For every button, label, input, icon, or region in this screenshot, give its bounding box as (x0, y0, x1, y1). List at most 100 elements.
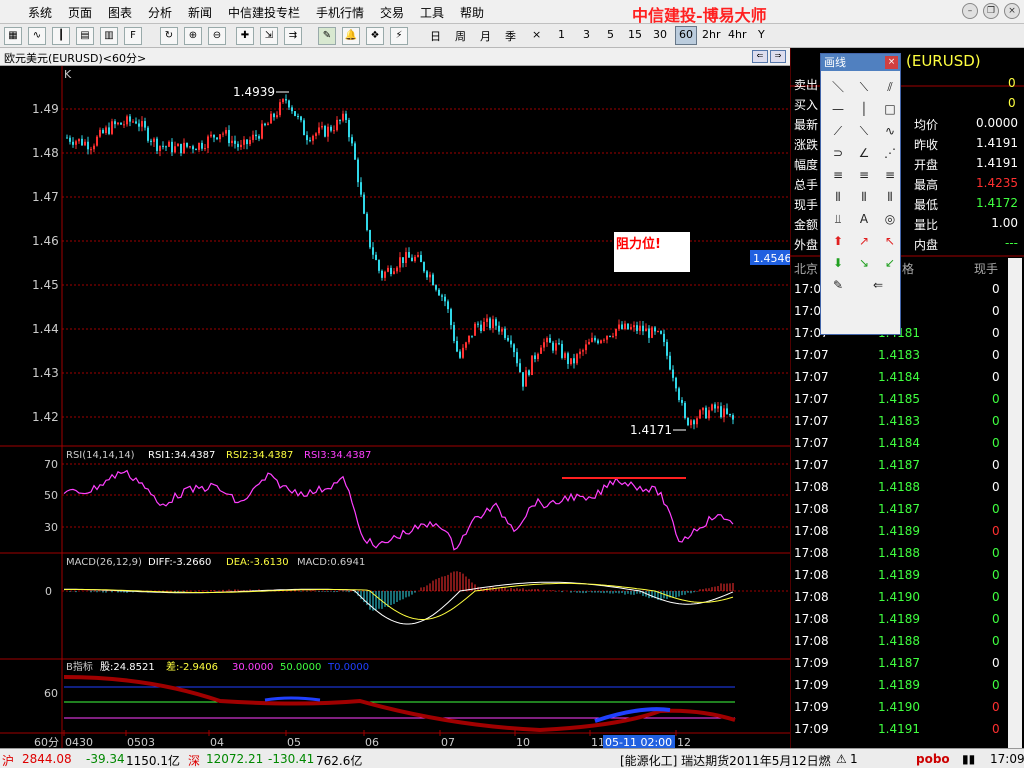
menu-mobile[interactable]: 手机行情 (316, 4, 364, 21)
switch-icon[interactable]: ⇉ (284, 27, 302, 45)
draw-tool-icon[interactable]: ≡ (827, 164, 849, 186)
draw-tool-icon[interactable]: ⫽ (879, 76, 901, 98)
candle-body (690, 420, 692, 426)
x-tick-label: 04 (210, 736, 224, 748)
draw-tool-icon[interactable]: — (827, 98, 849, 120)
draw-tool-icon[interactable]: ⬇ (827, 252, 849, 274)
draw-tool-icon[interactable]: ⋰ (879, 142, 901, 164)
period-3[interactable]: 3 (583, 28, 590, 41)
color-icon[interactable]: ❖ (366, 27, 384, 45)
menu-news[interactable]: 新闻 (188, 4, 212, 21)
period-30[interactable]: 30 (653, 28, 667, 41)
candle-body (273, 113, 275, 118)
prev-icon[interactable]: ⇐ (752, 50, 768, 63)
quote-label: 涨跌 (794, 138, 819, 152)
draw-tool-icon[interactable]: ✎ (827, 274, 849, 296)
draw-tool-icon[interactable]: ⬆ (827, 230, 849, 252)
menu-trade[interactable]: 交易 (380, 4, 404, 21)
tick-head-time: 北京 (794, 262, 819, 276)
tick-scrollbar[interactable] (1008, 258, 1022, 748)
menu-system[interactable]: 系统 (28, 4, 52, 21)
restore-icon[interactable]: ❐ (983, 3, 999, 19)
candle-body (102, 129, 104, 134)
table-icon[interactable]: ▤ (76, 27, 94, 45)
period-day[interactable]: 日 (430, 28, 441, 44)
price-pane-label: K (64, 68, 72, 81)
period-week[interactable]: 周 (455, 28, 466, 44)
candle-body (369, 230, 371, 248)
kline-chart[interactable]: K 1.49 1.48 1.47 1.46 1.45 1.44 1.43 1.42 1.493… (0, 66, 790, 748)
candle-body (381, 270, 383, 278)
draw-tool-icon[interactable]: ↘ (853, 252, 875, 274)
period-5[interactable]: 5 (607, 28, 614, 41)
draw-tool-icon[interactable]: A (853, 208, 875, 230)
draw-tool-icon[interactable]: ∿ (879, 120, 901, 142)
draw-tool-icon[interactable]: ∠ (853, 142, 875, 164)
candle-body (696, 418, 698, 425)
refresh-icon[interactable]: ↻ (160, 27, 178, 45)
period-2hr[interactable]: 2hr (702, 28, 721, 41)
minimize-icon[interactable]: – (962, 3, 978, 19)
zoom-out-icon[interactable]: ⊖ (208, 27, 226, 45)
crosshair-icon[interactable]: ✚ (236, 27, 254, 45)
draw-tool-icon[interactable]: │ (853, 98, 875, 120)
draw-tools-close-icon[interactable]: × (885, 56, 898, 69)
draw-tools-window[interactable]: 画线 × ＼ ⟍ ⫽ — │ □ ⟋ ⟍ ∿ ⊃ ∠ ⋰ ≡ ≡ ≡ ⦀ ⦀ ⦀ ⫫ A ◎ ⬆ ↗ ↖ ⬇ ↘ ↙ ✎ ⇐ (820, 53, 901, 335)
menu-column[interactable]: 中信建投专栏 (228, 4, 300, 21)
draw-tool-icon[interactable]: ⦀ (827, 186, 849, 208)
news-ticker[interactable]: [能源化工] 瑞达期货2011年5月12日燃 (620, 752, 831, 768)
line-chart-icon[interactable]: ∿ (28, 27, 46, 45)
menu-analysis[interactable]: 分析 (148, 4, 172, 21)
menu-help[interactable]: 帮助 (460, 4, 484, 21)
next-icon[interactable]: ⇒ (770, 50, 786, 63)
fio-icon[interactable]: F (124, 27, 142, 45)
menu-page[interactable]: 页面 (68, 4, 92, 21)
draw-tool-icon[interactable]: ↗ (853, 230, 875, 252)
flash-icon[interactable]: ⚡ (390, 27, 408, 45)
draw-tool-icon[interactable]: ≡ (879, 164, 901, 186)
period-1[interactable]: 1 (558, 28, 565, 41)
draw-tool-icon[interactable]: ⇐ (867, 274, 889, 296)
candle-body (642, 325, 644, 332)
draw-tool-icon[interactable]: ◎ (879, 208, 901, 230)
draw-tool-icon[interactable]: ⊃ (827, 142, 849, 164)
period-close[interactable]: × (532, 28, 541, 41)
export-icon[interactable]: ⇲ (260, 27, 278, 45)
candle-body (477, 323, 479, 325)
draw-tool-icon[interactable]: ↖ (879, 230, 901, 252)
menu-tools[interactable]: 工具 (420, 4, 444, 21)
report-icon[interactable]: ▥ (100, 27, 118, 45)
candle-body (504, 328, 506, 338)
candle-body (243, 139, 245, 145)
draw-tool-icon[interactable]: ＼ (827, 76, 849, 98)
grid-icon[interactable]: ▦ (4, 27, 22, 45)
draw-tool-icon[interactable]: ⦀ (879, 186, 901, 208)
alarm-icon[interactable]: 🔔 (342, 27, 360, 45)
candle-body (630, 327, 632, 330)
period-year[interactable]: Y (758, 28, 765, 41)
kline-icon[interactable]: ┃ (52, 27, 70, 45)
draw-line-icon[interactable]: ✎ (318, 27, 336, 45)
draw-tool-icon[interactable]: ⦀ (853, 186, 875, 208)
draw-tool-icon[interactable]: □ (879, 98, 901, 120)
draw-tool-icon[interactable]: ⟍ (853, 120, 875, 142)
b-value-1: 股:24.8521 (100, 661, 155, 673)
menu-chart[interactable]: 图表 (108, 4, 132, 21)
candle-body (585, 344, 587, 351)
symbol-caption: 欧元美元(EURUSD)<60分> (4, 52, 147, 65)
alert-icon[interactable]: ⚠ (836, 752, 847, 766)
period-month[interactable]: 月 (480, 28, 491, 44)
draw-tool-icon[interactable]: ⫫ (827, 208, 849, 230)
zoom-in-icon[interactable]: ⊕ (184, 27, 202, 45)
draw-tool-icon[interactable]: ⟍ (853, 76, 875, 98)
candle-body (612, 335, 614, 337)
close-icon[interactable]: × (1004, 3, 1020, 19)
period-60[interactable]: 60 (679, 28, 693, 41)
period-4hr[interactable]: 4hr (728, 28, 747, 41)
period-15[interactable]: 15 (628, 28, 642, 41)
draw-tool-icon[interactable]: ↙ (879, 252, 901, 274)
candle-body (252, 134, 254, 140)
draw-tool-icon[interactable]: ≡ (853, 164, 875, 186)
period-season[interactable]: 季 (505, 28, 516, 44)
draw-tool-icon[interactable]: ⟋ (827, 120, 849, 142)
